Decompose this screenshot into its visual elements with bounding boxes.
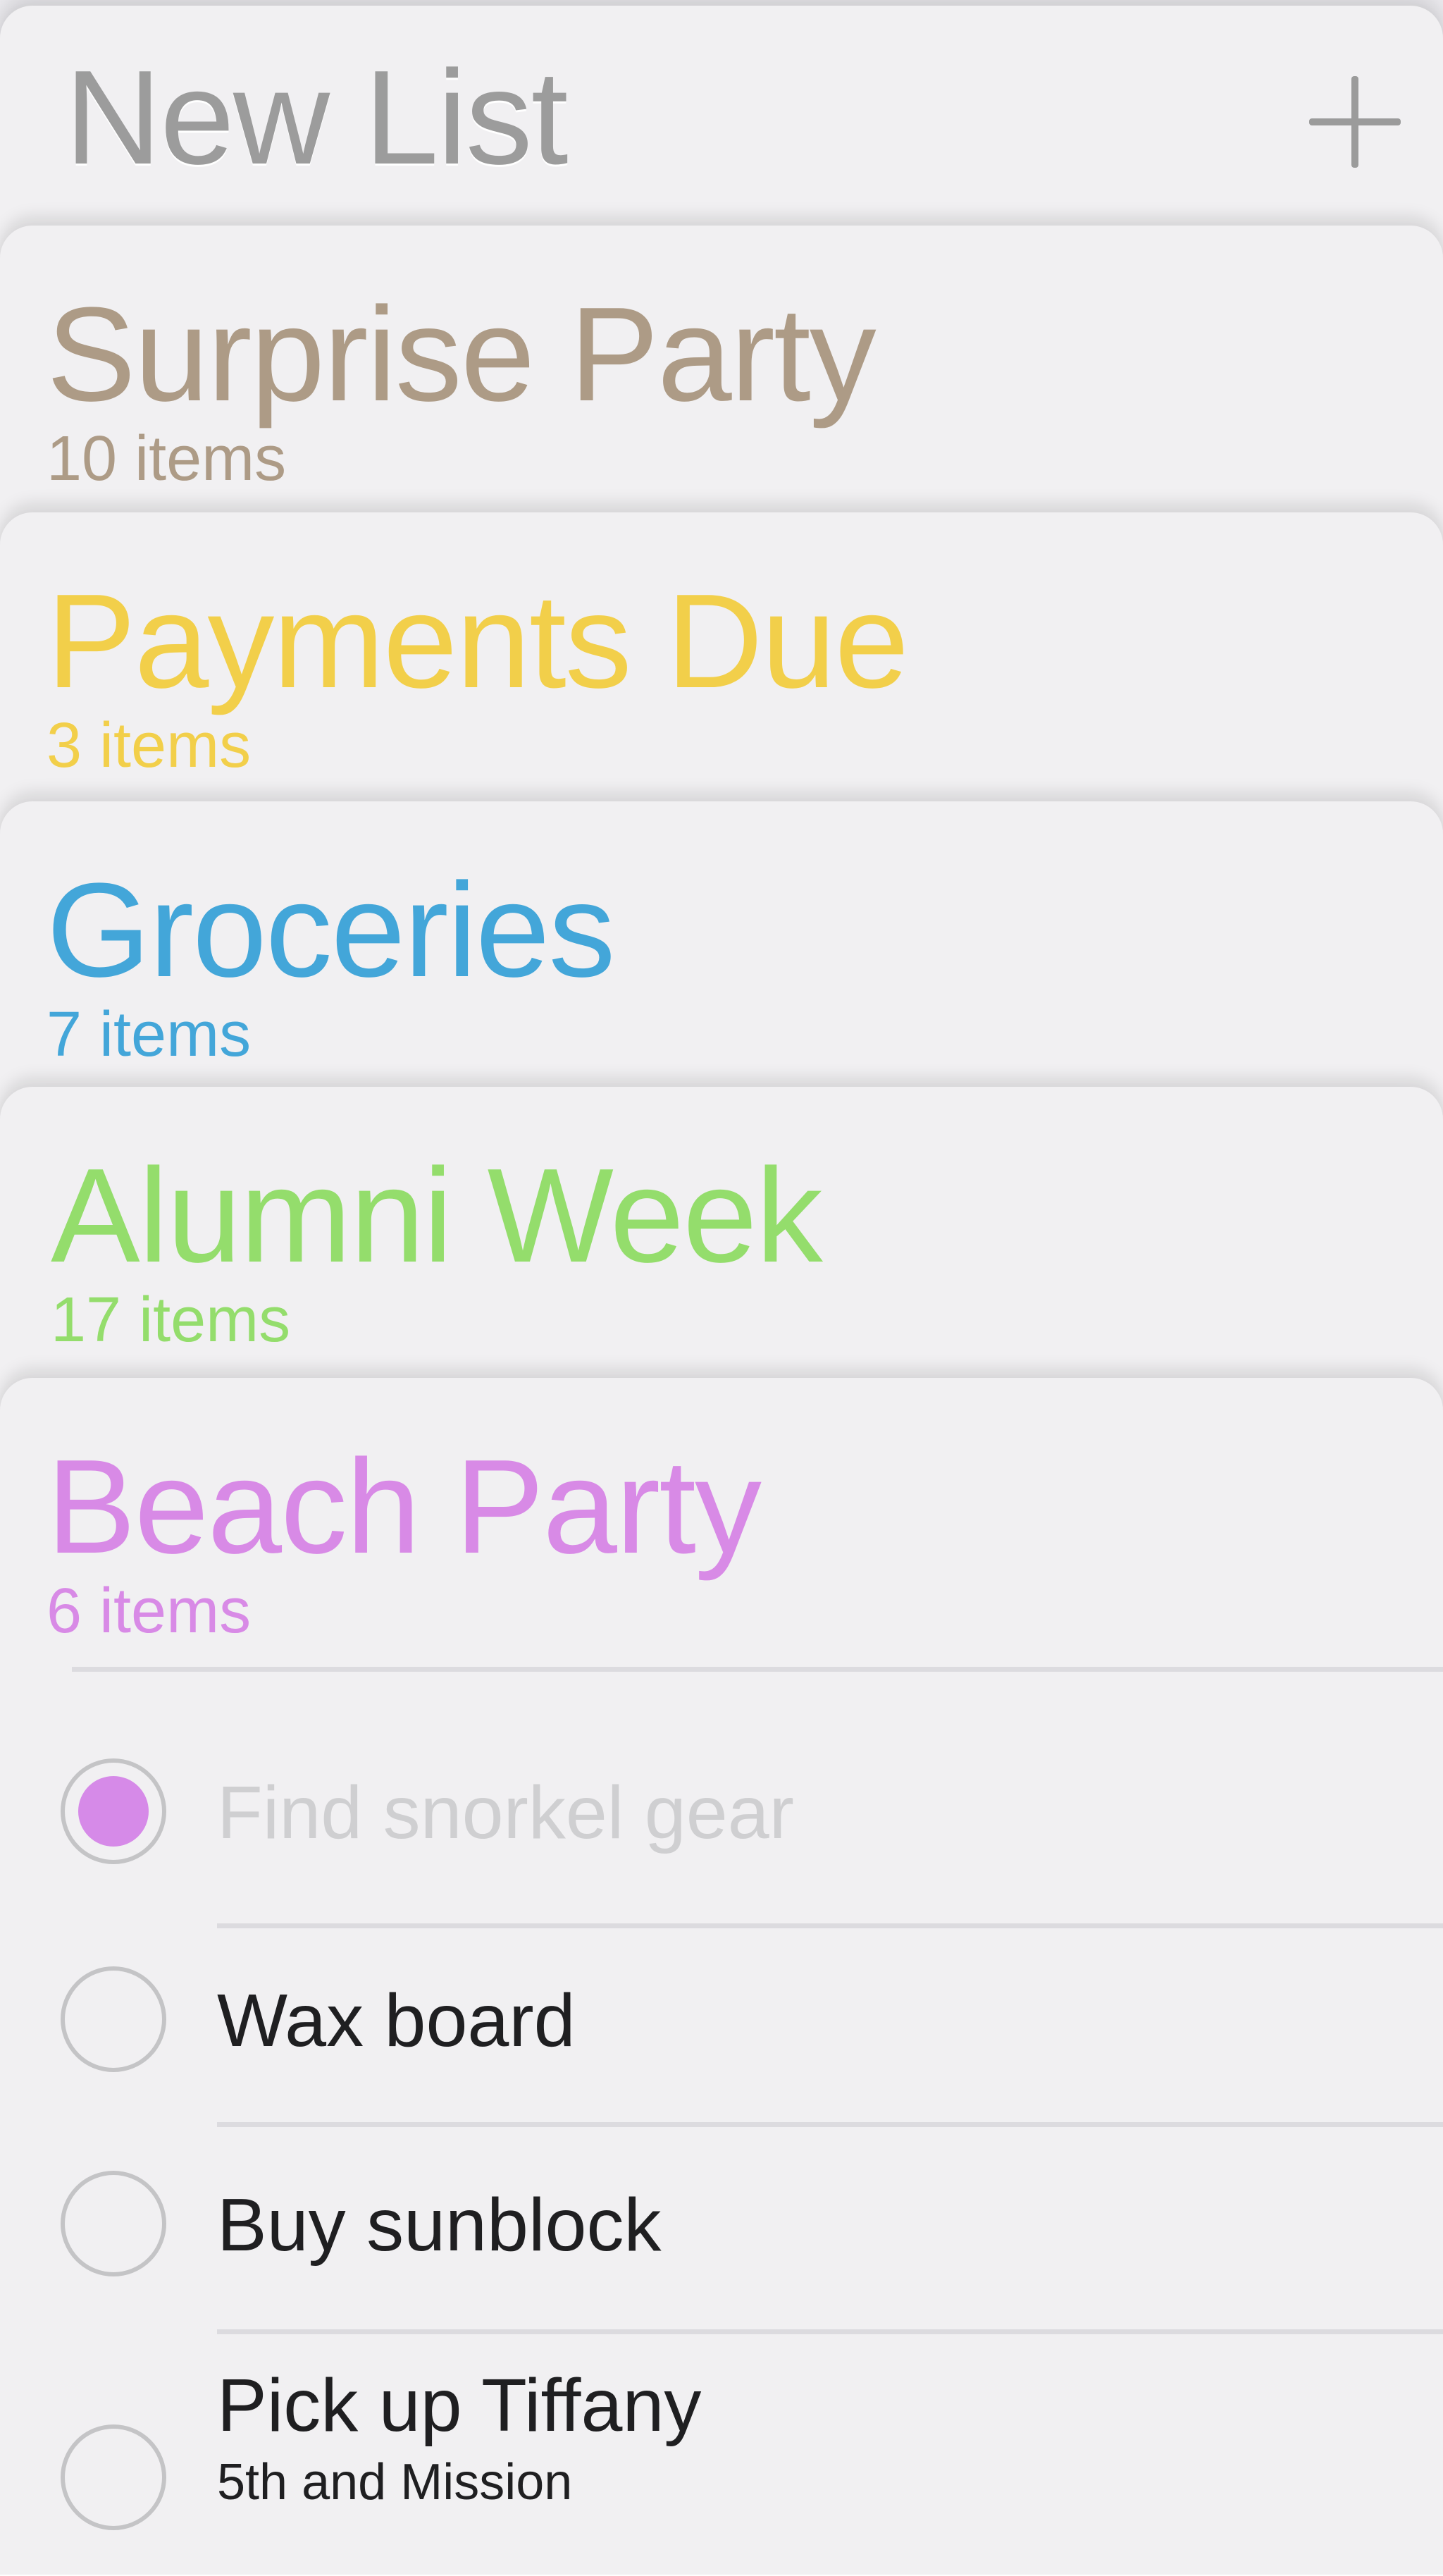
new-list-header[interactable]: New List (0, 6, 1443, 259)
task-label[interactable]: Pick up Tiffany (217, 2368, 701, 2443)
list-card-groceries[interactable]: Groceries 7 items (0, 801, 1443, 1133)
list-count: 3 items (47, 710, 252, 781)
task-row[interactable]: Pick up Tiffany 5th and Mission (0, 2368, 1443, 2551)
task-label[interactable]: Wax board (217, 1983, 576, 2058)
list-title: Groceries (47, 856, 616, 1005)
task-label[interactable]: Buy sunblock (217, 2188, 661, 2262)
list-card-beach-party[interactable]: Beach Party 6 items Find snorkel gear Wa… (0, 1378, 1443, 2576)
list-title: Surprise Party (47, 280, 877, 429)
list-card-surprise-party[interactable]: Surprise Party 10 items (0, 226, 1443, 557)
row-divider (217, 2329, 1443, 2334)
unchecked-circle-icon[interactable] (61, 1966, 166, 2072)
plus-icon[interactable] (1309, 76, 1401, 168)
unchecked-circle-icon[interactable] (61, 2171, 166, 2276)
section-divider (72, 1667, 1443, 1672)
unchecked-circle-icon[interactable] (61, 2424, 166, 2530)
list-card-alumni-week[interactable]: Alumni Week 17 items (0, 1087, 1443, 1418)
task-row[interactable]: Buy sunblock (0, 2171, 1443, 2326)
task-label[interactable]: Find snorkel gear (217, 1775, 794, 1850)
row-divider (217, 2122, 1443, 2127)
list-count: 17 items (51, 1285, 291, 1355)
list-title: Beach Party (47, 1432, 762, 1582)
list-title: Alumni Week (51, 1141, 823, 1290)
list-count: 6 items (47, 1576, 252, 1646)
list-count: 7 items (47, 999, 252, 1070)
row-divider (217, 1923, 1443, 1928)
checked-circle-icon[interactable] (61, 1758, 166, 1864)
task-row[interactable]: Find snorkel gear (0, 1758, 1443, 1913)
list-count: 10 items (47, 424, 287, 494)
new-list-title[interactable]: New List (65, 51, 569, 185)
task-row[interactable]: Wax board (0, 1966, 1443, 2121)
list-title: Payments Due (47, 567, 909, 716)
list-card-payments-due[interactable]: Payments Due 3 items (0, 512, 1443, 844)
task-subtitle: 5th and Mission (217, 2454, 573, 2510)
